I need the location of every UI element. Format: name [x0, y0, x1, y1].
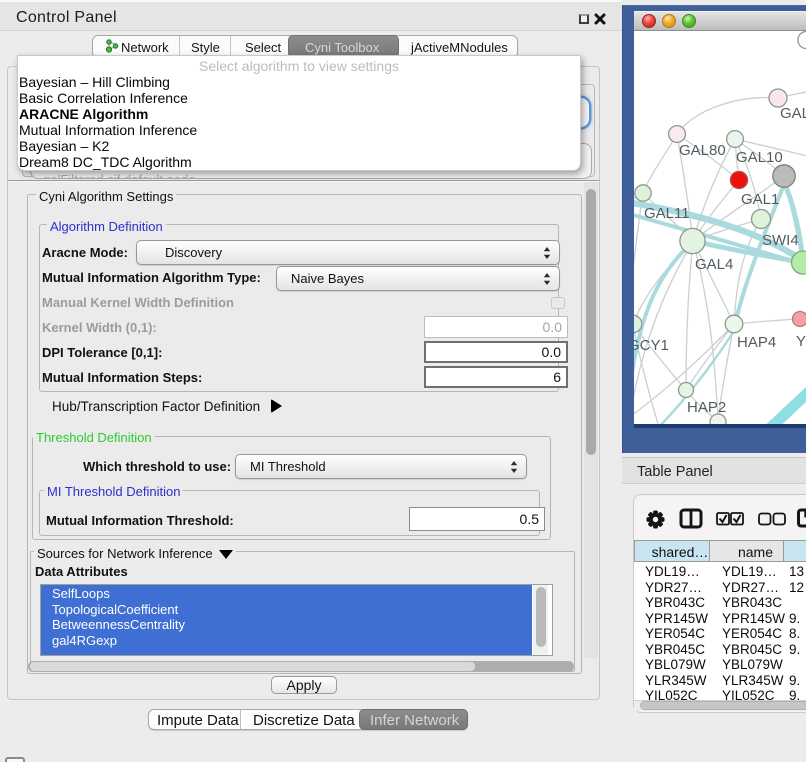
svg-text:GAL11: GAL11 — [644, 205, 690, 222]
svg-text:YM: YM — [796, 333, 806, 350]
svg-text:GAL80: GAL80 — [679, 142, 726, 159]
svg-text:GAL10: GAL10 — [736, 149, 783, 166]
svg-text:GAL1: GAL1 — [741, 191, 779, 208]
svg-text:HAP4: HAP4 — [737, 334, 776, 351]
svg-text:GAL7: GAL7 — [780, 105, 806, 122]
svg-text:SWI4: SWI4 — [762, 232, 799, 249]
svg-text:GAL4: GAL4 — [695, 256, 733, 273]
svg-text:GCY1: GCY1 — [634, 337, 669, 354]
svg-text:HAP2: HAP2 — [687, 399, 726, 416]
